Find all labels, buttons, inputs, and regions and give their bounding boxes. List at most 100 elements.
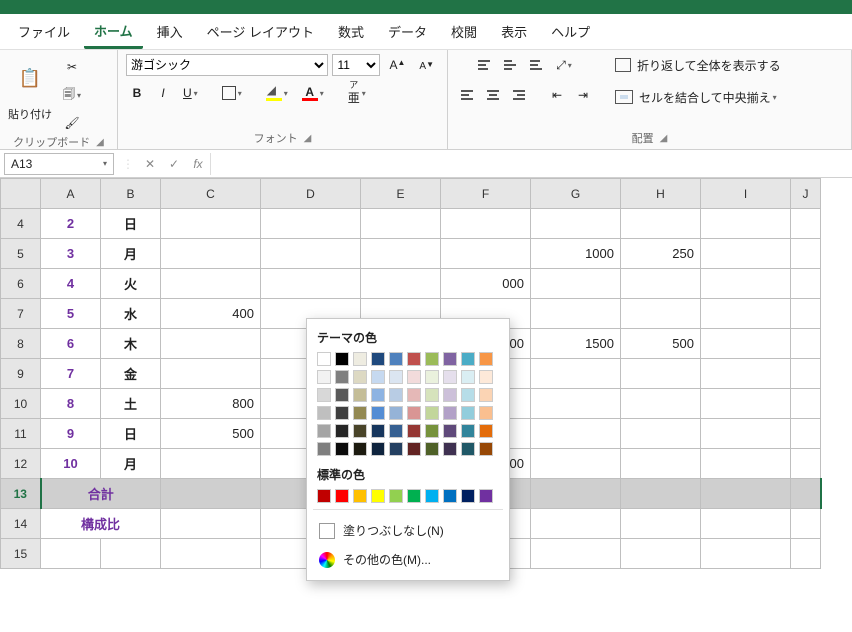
row-header-5[interactable]: 5 [1,239,41,269]
cell[interactable] [261,239,361,269]
cell[interactable] [531,389,621,419]
cell[interactable] [161,539,261,569]
color-swatch[interactable] [479,489,493,503]
tab-insert[interactable]: 挿入 [147,16,193,47]
color-swatch[interactable] [407,352,421,366]
underline-button[interactable]: U▾ [178,82,203,104]
color-swatch[interactable] [461,424,475,438]
cell[interactable]: 4 [41,269,101,299]
cell[interactable] [161,269,261,299]
tab-home[interactable]: ホーム [84,15,143,49]
cell[interactable] [621,299,701,329]
color-swatch[interactable] [389,370,403,384]
cell[interactable]: 800 [161,389,261,419]
cell[interactable] [791,479,821,509]
color-swatch[interactable] [317,388,331,402]
decrease-indent-button[interactable]: ⇤ [546,84,568,106]
color-swatch[interactable] [443,352,457,366]
cell[interactable] [161,239,261,269]
cell[interactable] [531,539,621,569]
select-all-corner[interactable] [1,179,41,209]
row-header-15[interactable]: 15 [1,539,41,569]
color-swatch[interactable] [317,424,331,438]
cell[interactable] [161,209,261,239]
color-swatch[interactable] [407,424,421,438]
color-swatch[interactable] [425,406,439,420]
cell[interactable] [621,359,701,389]
cell[interactable] [621,419,701,449]
cell[interactable] [161,329,261,359]
cell[interactable]: 7 [41,359,101,389]
wrap-text-button[interactable]: 折り返して全体を表示する [608,54,788,76]
color-swatch[interactable] [335,352,349,366]
color-swatch[interactable] [425,424,439,438]
cell[interactable] [621,539,701,569]
col-header-E[interactable]: E [361,179,441,209]
color-swatch[interactable] [371,370,385,384]
cell[interactable] [161,479,261,509]
italic-button[interactable]: I [152,82,174,104]
color-swatch[interactable] [461,370,475,384]
color-swatch[interactable] [461,352,475,366]
formula-input[interactable] [210,153,852,175]
cell[interactable]: 火 [101,269,161,299]
cell[interactable] [531,269,621,299]
merge-center-button[interactable]: セルを結合して中央揃え ▾ [608,86,784,108]
color-swatch[interactable] [335,370,349,384]
color-swatch[interactable] [407,442,421,456]
tab-page-layout[interactable]: ページ レイアウト [197,16,324,47]
cell[interactable] [531,299,621,329]
cell[interactable]: 土 [101,389,161,419]
cell[interactable] [161,509,261,539]
align-right-button[interactable] [508,84,530,106]
tab-help[interactable]: ヘルプ [541,16,600,47]
cell[interactable]: 10 [41,449,101,479]
increase-indent-button[interactable]: ⇥ [572,84,594,106]
cell[interactable] [701,299,791,329]
cell[interactable]: 000 [441,269,531,299]
cell[interactable] [531,359,621,389]
color-swatch[interactable] [371,388,385,402]
cell[interactable] [791,269,821,299]
color-swatch[interactable] [443,388,457,402]
cell[interactable] [701,509,791,539]
cell[interactable]: 月 [101,449,161,479]
color-swatch[interactable] [335,442,349,456]
color-swatch[interactable] [425,489,439,503]
bold-button[interactable]: B [126,82,148,104]
cancel-formula-button[interactable]: ✕ [138,157,162,171]
color-swatch[interactable] [317,352,331,366]
color-swatch[interactable] [353,442,367,456]
row-header-8[interactable]: 8 [1,329,41,359]
cell[interactable] [531,449,621,479]
cell[interactable] [361,209,441,239]
tab-file[interactable]: ファイル [8,16,80,47]
cell[interactable] [701,479,791,509]
cell[interactable] [791,239,821,269]
color-swatch[interactable] [389,352,403,366]
color-swatch[interactable] [353,388,367,402]
color-swatch[interactable] [461,406,475,420]
cell[interactable] [791,539,821,569]
color-swatch[interactable] [353,489,367,503]
cell[interactable] [701,269,791,299]
align-center-button[interactable] [482,84,504,106]
accept-formula-button[interactable]: ✓ [162,157,186,171]
cell[interactable] [531,419,621,449]
cell[interactable]: 500 [621,329,701,359]
copy-button[interactable]: ▾ [58,84,86,106]
cell[interactable] [161,359,261,389]
fill-color-button[interactable]: ▾ [261,82,293,104]
col-header-I[interactable]: I [701,179,791,209]
color-swatch[interactable] [407,388,421,402]
cell[interactable] [41,539,101,569]
color-swatch[interactable] [335,424,349,438]
color-swatch[interactable] [407,489,421,503]
phonetic-button[interactable]: ア 亜 ▾ [343,82,371,104]
cut-button[interactable] [61,56,83,78]
name-box[interactable]: A13 ▾ [4,153,114,175]
color-swatch[interactable] [461,442,475,456]
cell[interactable]: 水 [101,299,161,329]
font-launcher[interactable]: ◢ [304,133,312,144]
decrease-font-button[interactable] [414,54,439,76]
